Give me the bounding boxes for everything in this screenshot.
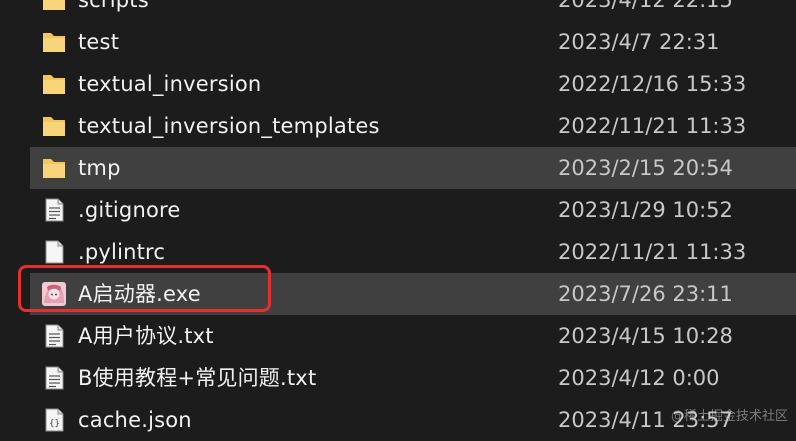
file-row[interactable]: .pylintrc 2022/11/21 11:33 [0,231,796,273]
file-row[interactable]: textual_inversion 2022/12/16 15:33 [0,63,796,105]
file-date: 2023/4/7 22:31 [558,30,720,54]
file-row[interactable]: B使用教程+常见问题.txt 2023/4/12 0:00 [0,357,796,399]
folder-icon [43,159,65,178]
file-name: textual_inversion [78,72,262,96]
file-date: 2023/1/29 10:52 [558,198,733,222]
file-date: 2022/11/21 11:33 [558,114,747,138]
file-date: 2022/11/21 11:33 [558,240,747,264]
folder-icon [43,33,65,52]
file-row-selected[interactable]: A启动器.exe 2023/7/26 23:11 [0,273,796,315]
folder-icon [43,0,65,10]
file-name: test [78,30,120,54]
app-icon [42,282,66,306]
file-name: B使用教程+常见问题.txt [78,366,317,390]
file-row-selected[interactable]: tmp 2023/2/15 20:54 [0,147,796,189]
file-name: .gitignore [78,198,181,222]
file-row[interactable]: textual_inversion_templates 2022/11/21 1… [0,105,796,147]
file-date: 2023/4/12 0:00 [558,366,720,390]
folder-icon [43,117,65,136]
file-date: 2023/4/12 22:15 [558,0,733,12]
svg-text:{}: {} [49,419,60,429]
text-file-icon [45,198,64,222]
file-name: tmp [78,156,121,180]
file-name: .pylintrc [78,240,166,264]
file-name: textual_inversion_templates [78,114,380,138]
text-file-icon [45,324,64,348]
file-name: A启动器.exe [78,282,201,306]
file-row[interactable]: .gitignore 2023/1/29 10:52 [0,189,796,231]
file-name: A用户协议.txt [78,324,214,348]
blank-file-icon [45,240,64,264]
folder-icon [43,75,65,94]
file-list: scripts 2023/4/12 22:15 test 2023/4/7 22… [0,0,796,441]
file-date: 2023/2/15 20:54 [558,156,733,180]
file-date: 2023/7/26 23:11 [558,282,733,306]
file-row[interactable]: test 2023/4/7 22:31 [0,21,796,63]
file-row[interactable]: scripts 2023/4/12 22:15 [0,0,796,21]
file-name: cache.json [78,408,192,432]
watermark: @稀土掘金技术社区 [670,409,788,424]
json-file-icon: {} [45,408,64,432]
file-date: 2023/4/15 10:28 [558,324,733,348]
file-name: scripts [78,0,149,12]
text-file-icon [45,366,64,390]
file-date: 2022/12/16 15:33 [558,72,747,96]
file-row[interactable]: A用户协议.txt 2023/4/15 10:28 [0,315,796,357]
